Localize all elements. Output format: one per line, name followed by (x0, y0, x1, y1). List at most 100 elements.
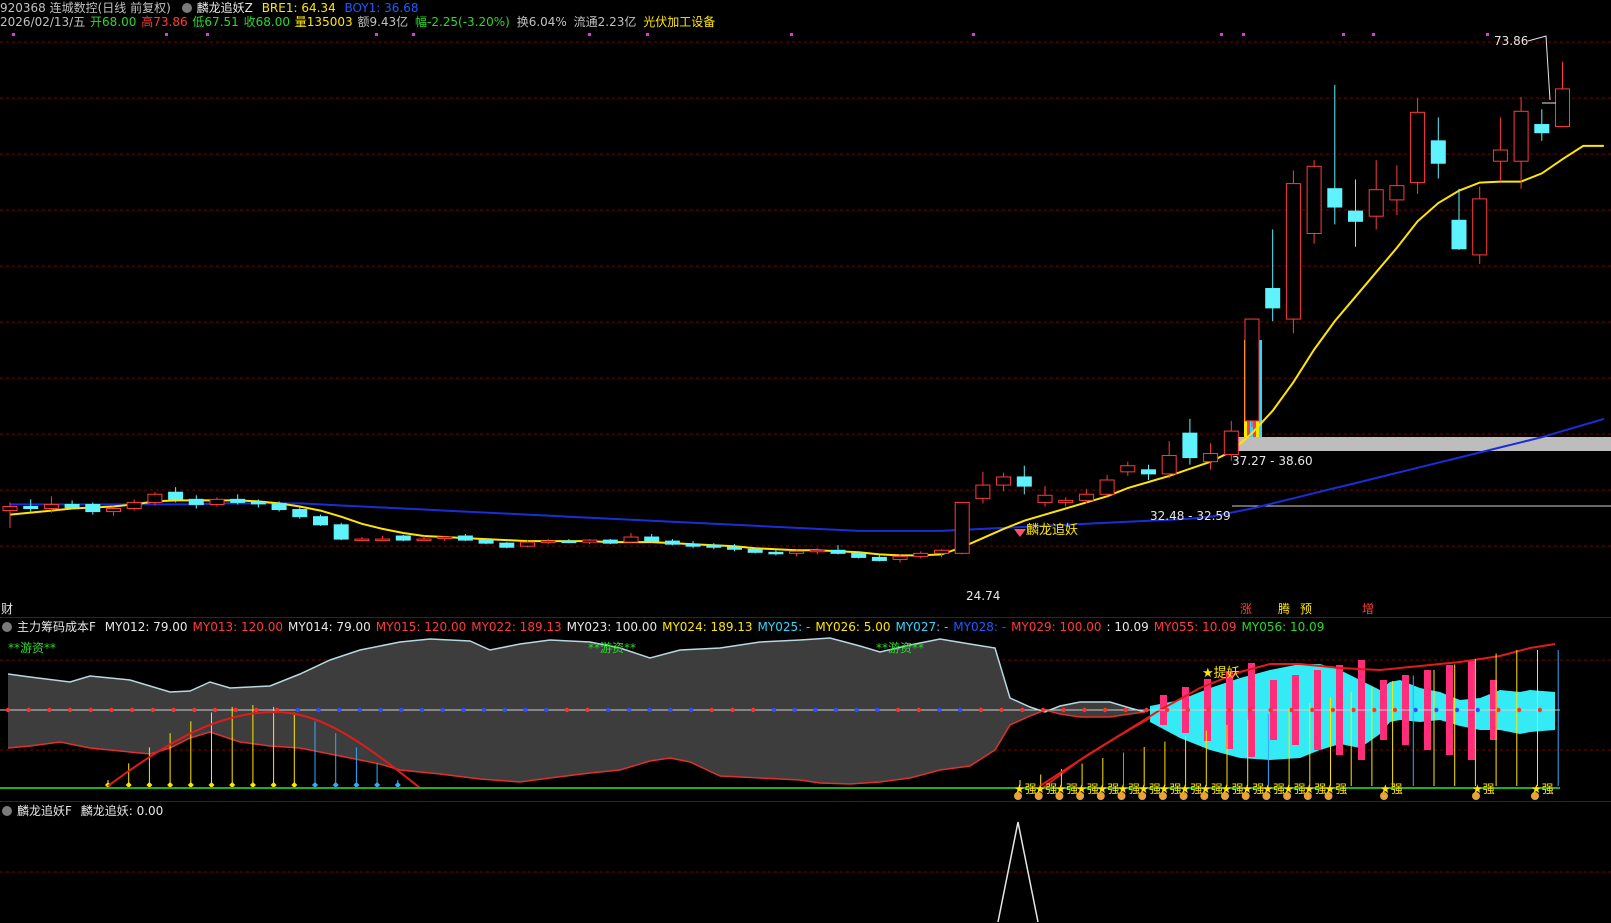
marker-dot (165, 33, 168, 36)
candle-body (851, 552, 867, 558)
candle[interactable] (188, 495, 204, 509)
mid-dot (1537, 707, 1543, 713)
candle-body (1327, 188, 1343, 208)
marker-yu[interactable]: 预 (1300, 602, 1312, 616)
candle[interactable] (1037, 486, 1053, 507)
candle-body (457, 535, 473, 541)
candle[interactable] (644, 533, 660, 543)
candle[interactable] (354, 537, 370, 542)
candle[interactable] (1389, 165, 1405, 216)
candle[interactable] (1120, 461, 1136, 476)
candle[interactable] (106, 506, 121, 516)
mid-dot (378, 707, 383, 713)
mid-dot (709, 707, 714, 713)
candle-body (727, 546, 742, 550)
candle[interactable] (395, 535, 411, 542)
candle[interactable] (540, 539, 556, 545)
candle[interactable] (1472, 186, 1488, 265)
candle[interactable] (1182, 418, 1198, 465)
mid-dot (399, 707, 404, 713)
candle[interactable] (1203, 443, 1219, 470)
candle[interactable] (292, 507, 308, 519)
candle[interactable] (851, 552, 867, 559)
candle[interactable] (457, 533, 473, 542)
candle[interactable] (1410, 98, 1426, 194)
marker-zhang[interactable]: 涨 (1240, 601, 1252, 616)
chip-cost-chart[interactable]: ★强★强★强★强★强★强★强★强★强★强★强★强★强★强★强★强 ★强 ★强 ★强 *… (0, 630, 1611, 805)
marker-teng[interactable]: 腾 (1278, 601, 1290, 616)
candle[interactable] (1430, 117, 1446, 179)
candle[interactable] (1534, 109, 1550, 141)
candle-body (540, 540, 556, 544)
mid-dot (1330, 707, 1336, 713)
candle[interactable] (602, 539, 618, 545)
candle[interactable] (1099, 474, 1115, 497)
candle[interactable] (1016, 465, 1032, 495)
candle[interactable] (871, 555, 887, 562)
candle[interactable] (1368, 160, 1384, 230)
mid-dot (233, 707, 238, 713)
candle[interactable] (1451, 188, 1467, 250)
candle[interactable] (23, 499, 39, 512)
candle[interactable] (1492, 117, 1508, 182)
marker-dot (646, 33, 649, 36)
mid-dot (130, 707, 135, 713)
candle[interactable] (954, 501, 970, 555)
candle[interactable] (1058, 497, 1074, 507)
mid-dot (1496, 707, 1501, 713)
mid-dot (564, 707, 570, 713)
candle-body (375, 538, 391, 542)
candle[interactable] (375, 536, 391, 542)
youzi-label-2: **游资** (588, 641, 636, 655)
candle[interactable] (934, 549, 949, 558)
candle[interactable] (2, 502, 18, 528)
candle[interactable] (582, 539, 598, 545)
candle[interactable] (85, 502, 101, 515)
mid-dot (109, 707, 114, 713)
candle[interactable] (499, 542, 515, 549)
mid-dot (1247, 707, 1253, 713)
candle[interactable] (437, 536, 453, 542)
mid-dot (937, 707, 942, 713)
candle[interactable] (1555, 61, 1570, 128)
signal-chart[interactable] (0, 812, 1611, 923)
candle-body (706, 544, 722, 548)
candle[interactable] (623, 532, 639, 544)
mid-dot (813, 707, 818, 713)
candle[interactable] (478, 539, 494, 545)
candle[interactable] (913, 551, 929, 559)
candle[interactable] (1265, 229, 1281, 322)
candle[interactable] (1306, 160, 1322, 244)
marker-zeng[interactable]: 增 (1362, 602, 1374, 616)
mid-dot (1475, 707, 1480, 713)
candle[interactable] (830, 545, 846, 555)
marker-dot (1486, 33, 1489, 36)
candle[interactable] (809, 548, 825, 555)
candle[interactable] (685, 541, 701, 549)
marker-dot (12, 33, 15, 36)
candle[interactable] (1285, 170, 1301, 334)
candle[interactable] (664, 539, 680, 546)
candle[interactable] (768, 550, 784, 556)
candle[interactable] (1141, 464, 1156, 480)
candle[interactable] (996, 472, 1012, 492)
qiang-label: ★强 (1159, 782, 1182, 796)
candle-body (768, 551, 784, 555)
candle[interactable] (209, 497, 225, 507)
candle[interactable] (333, 522, 349, 541)
candle[interactable] (313, 514, 328, 526)
candle[interactable] (1348, 179, 1363, 247)
qiang-label: ★强 (1325, 782, 1348, 796)
candle[interactable] (1161, 441, 1177, 478)
candle[interactable] (561, 539, 577, 544)
candle[interactable] (975, 471, 991, 504)
finance-marker[interactable]: 财 (1, 602, 13, 616)
candle[interactable] (1244, 318, 1260, 428)
candle[interactable] (789, 550, 805, 557)
candle[interactable] (1513, 97, 1529, 189)
qiang-label: ★强 (1221, 782, 1244, 796)
candle[interactable] (126, 499, 142, 511)
candle[interactable] (1327, 84, 1343, 225)
mid-dot (1040, 707, 1046, 713)
price-chart[interactable]: 73.86 24.74 37.27 - 38.60 32.48 - 32.59 … (0, 0, 1611, 616)
